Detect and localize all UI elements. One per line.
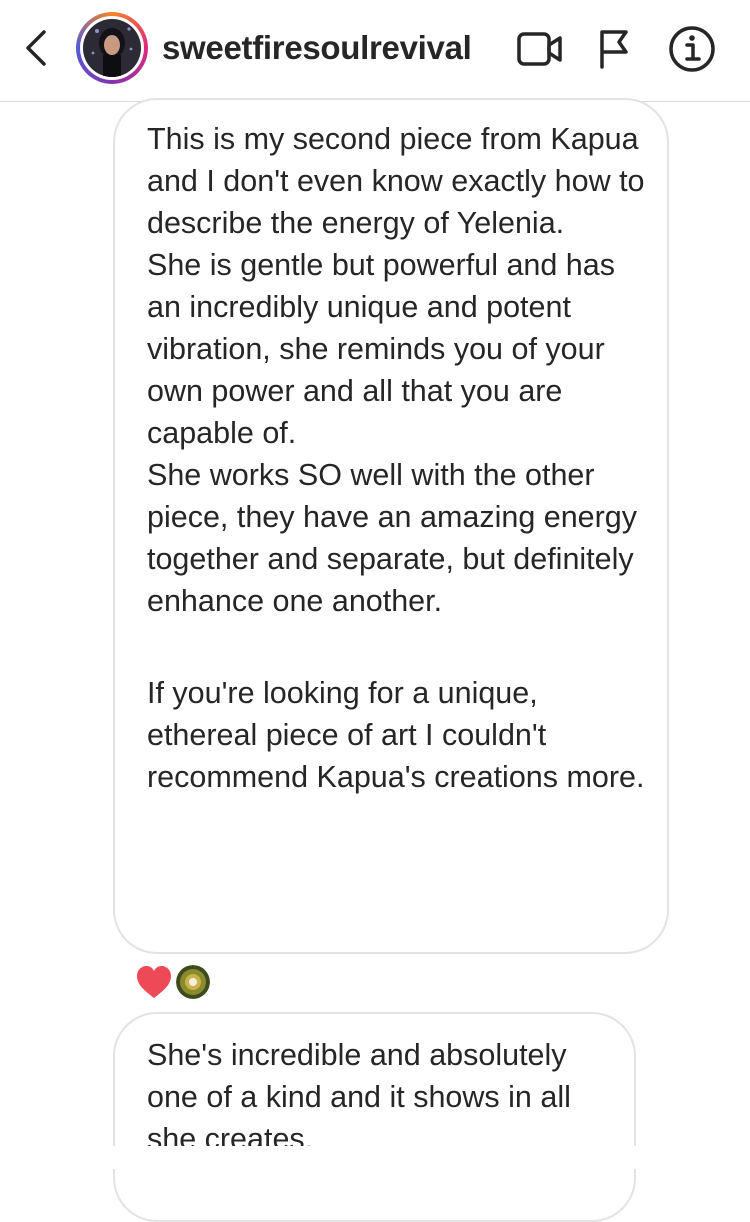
message-bubble[interactable]: She's incredible and absolutely one of a… [113, 1012, 636, 1222]
heart-reaction [134, 962, 174, 1002]
chat-header: sweetfiresoulrevival [0, 0, 750, 102]
video-call-button[interactable] [514, 24, 566, 74]
flag-icon [600, 30, 628, 69]
message-text: She is gentle but powerful and has an in… [147, 248, 615, 450]
video-call-icon [517, 32, 562, 66]
message-text: She works SO well with the other piece, … [147, 458, 638, 618]
message-text: This is my second piece from Kapua and I… [147, 122, 645, 240]
username[interactable]: sweetfiresoulrevival [162, 29, 472, 67]
message-text: She's incredible and absolutely one of a… [147, 1038, 571, 1156]
viewport-bottom-edge [0, 1146, 750, 1169]
avatar-image [83, 19, 141, 77]
message-text: If you're looking for a unique, ethereal… [147, 676, 645, 794]
message-reactions[interactable] [134, 962, 210, 1002]
reactor-avatar [176, 965, 210, 999]
heart-reaction-icon [137, 966, 171, 998]
report-button[interactable] [588, 24, 640, 74]
avatar[interactable] [76, 12, 148, 84]
back-chevron-icon [26, 30, 46, 66]
message-bubble[interactable]: This is my second piece from Kapua and I… [113, 98, 669, 954]
info-button[interactable] [666, 24, 718, 74]
info-icon [669, 26, 715, 72]
back-button[interactable] [18, 26, 54, 70]
